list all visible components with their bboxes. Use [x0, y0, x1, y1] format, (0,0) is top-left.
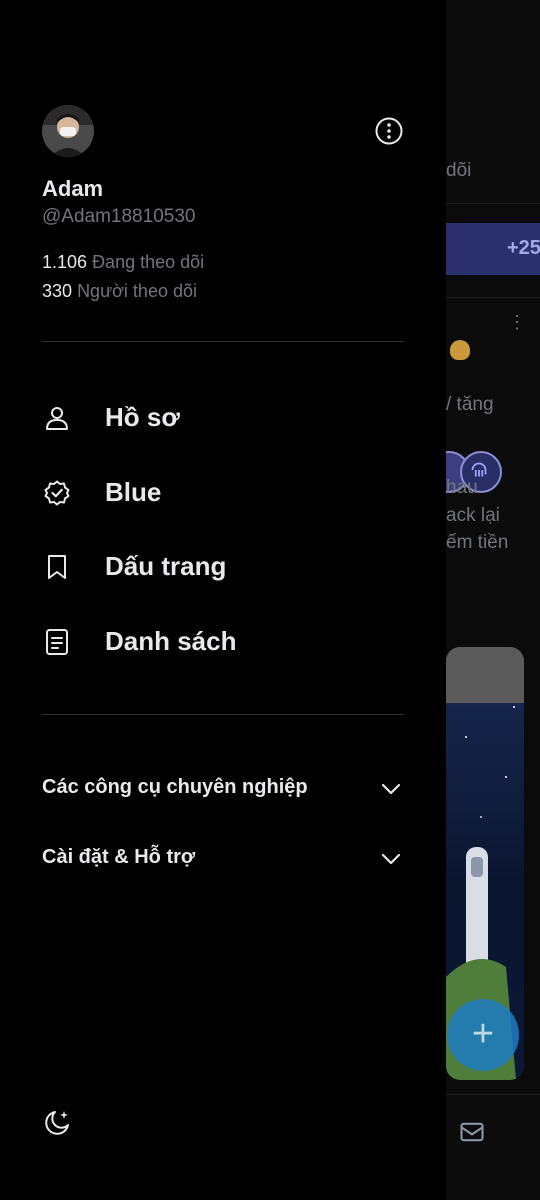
spaces-banner[interactable]: +25	[446, 223, 540, 493]
chevron-down-icon	[381, 853, 401, 865]
verified-badge-icon	[44, 480, 70, 506]
post-divider	[446, 297, 540, 298]
section-label-settings: Cài đặt & Hỗ trợ	[42, 846, 196, 868]
user-handle: @Adam18810530	[42, 206, 196, 227]
mail-icon[interactable]	[458, 1118, 486, 1146]
divider	[42, 341, 404, 342]
moon-sparkle-icon[interactable]	[42, 1108, 72, 1138]
post-text-fragment: hau	[446, 477, 478, 498]
post-more-icon[interactable]: ⋮	[508, 312, 526, 333]
banner-count: +25	[507, 237, 540, 259]
following-stat[interactable]: 1.106 Đang theo dõi	[42, 252, 204, 273]
section-label-pro-tools: Các công cụ chuyên nghiệp	[42, 776, 308, 798]
compose-fab[interactable]: +	[447, 999, 519, 1071]
following-count: 1.106	[42, 252, 88, 272]
tab-divider	[446, 203, 540, 204]
avatar-photo	[42, 105, 94, 157]
post-text-fragment: ack lại	[446, 505, 500, 526]
nav-item-profile[interactable]: Hồ sơ	[0, 388, 446, 448]
following-label: Đang theo dõi	[92, 252, 205, 272]
following-tab-fragment[interactable]: dõi	[446, 160, 471, 182]
bottom-bar-divider	[446, 1094, 540, 1095]
nav-item-bookmarks[interactable]: Dấu trang	[0, 537, 446, 597]
nav-item-blue[interactable]: Blue	[0, 463, 446, 523]
avatar[interactable]	[42, 105, 94, 157]
section-pro-tools[interactable]: Các công cụ chuyên nghiệp	[0, 763, 446, 813]
list-icon	[46, 629, 68, 655]
followers-count: 330	[42, 281, 73, 301]
post-text-fragment: ếm tiền	[446, 532, 509, 553]
section-settings[interactable]: Cài đặt & Hỗ trợ	[0, 833, 446, 883]
nav-label-profile: Hồ sơ	[105, 402, 180, 432]
display-name[interactable]: Adam	[42, 176, 103, 202]
nav-item-lists[interactable]: Danh sách	[0, 612, 446, 672]
nav-label-bookmarks: Dấu trang	[105, 551, 227, 581]
chevron-down-icon	[381, 783, 401, 795]
emoji-hand-icon	[450, 340, 470, 360]
followers-label: Người theo dõi	[77, 281, 197, 301]
followers-stat[interactable]: 330 Người theo dõi	[42, 281, 197, 302]
nav-label-lists: Danh sách	[105, 626, 237, 656]
timeline-background: dõi +25 ⋮ / tăng hau ack lại ếm tiền +	[446, 0, 540, 1200]
person-icon	[46, 407, 68, 430]
post-text-fragment: / tăng	[446, 394, 494, 415]
more-options-icon[interactable]	[374, 116, 404, 146]
divider	[42, 714, 404, 715]
nav-label-blue: Blue	[105, 477, 162, 507]
side-drawer: Adam @Adam18810530 1.106 Đang theo dõi 3…	[0, 0, 446, 1200]
bookmark-icon	[48, 555, 66, 579]
